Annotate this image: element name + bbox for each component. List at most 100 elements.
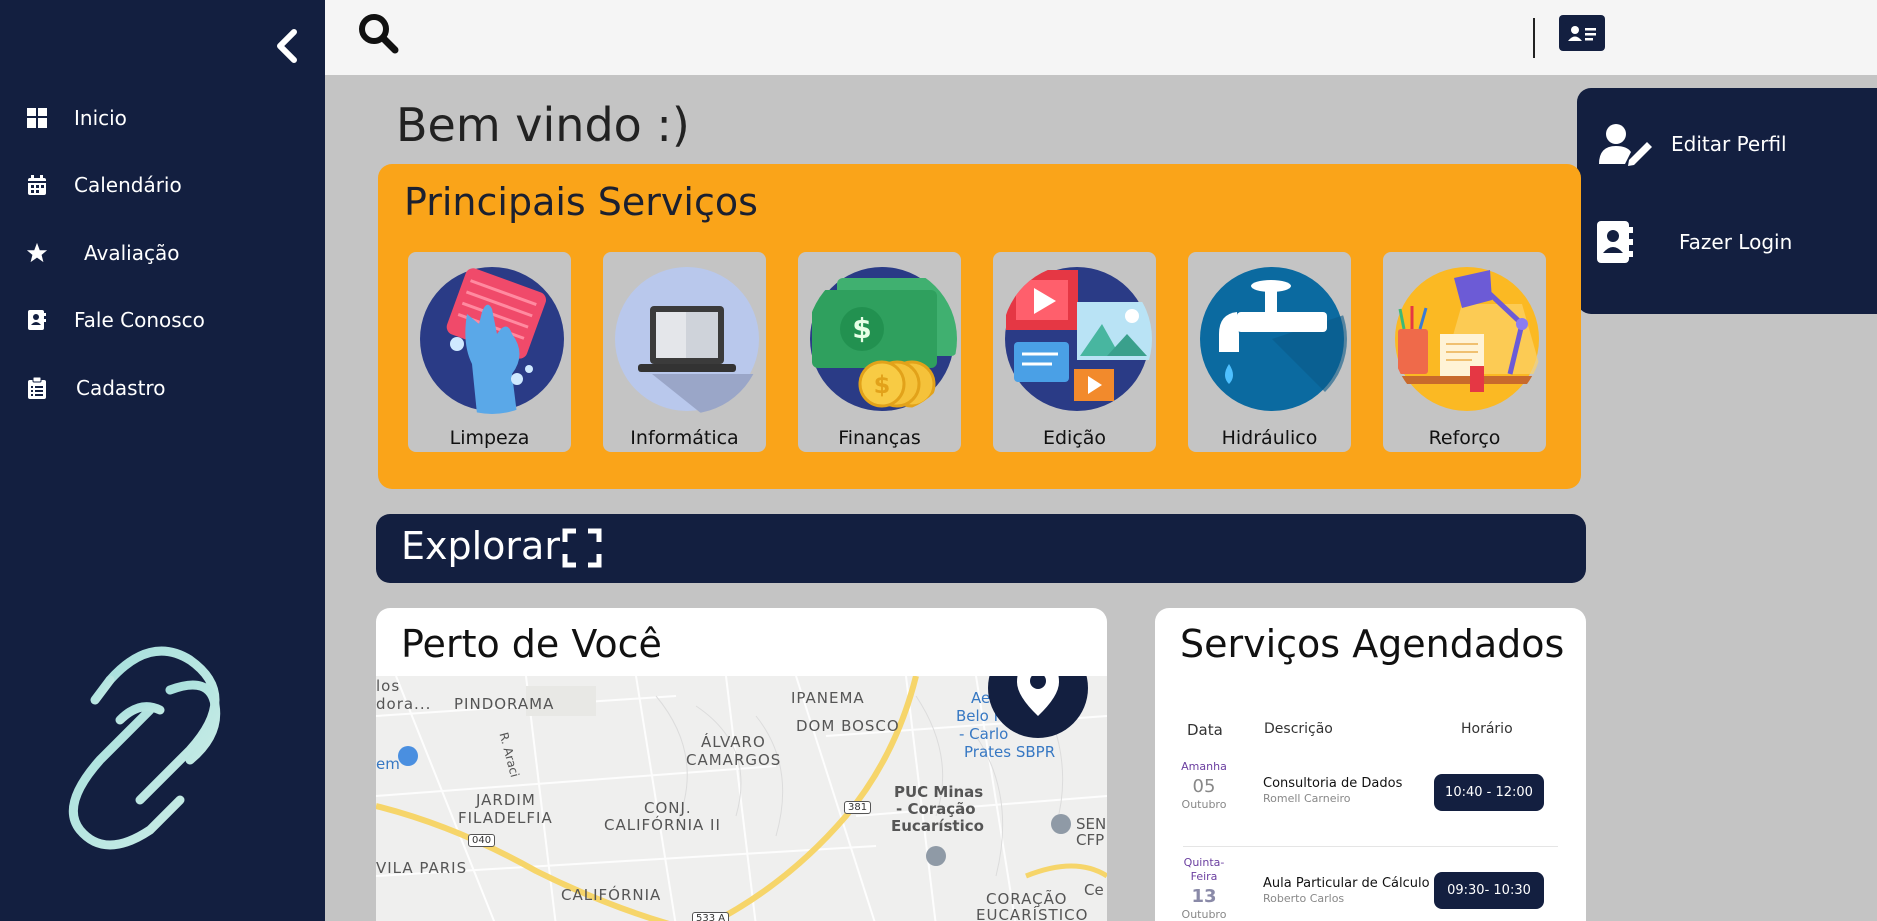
sidebar-item-fale-conosco[interactable]: Fale Conosco (0, 287, 325, 355)
map-label: ÁLVARO (701, 733, 766, 751)
clipboard-icon (26, 376, 48, 399)
service-label: Informática (630, 427, 739, 449)
appointment-month: Outubro (1181, 798, 1227, 811)
appointment-title: Aula Particular de Cálculo (1263, 876, 1430, 891)
explore-banner[interactable]: Explorar (376, 514, 1586, 583)
appointment-person: Romell Carneiro (1263, 792, 1351, 805)
app-logo (40, 640, 260, 870)
service-card-limpeza[interactable]: Limpeza (408, 252, 571, 452)
map-label: IPANEMA (791, 689, 865, 707)
sidebar-item-label: Calendário (74, 173, 182, 198)
road-shield: 533 A (692, 912, 730, 921)
road-shield: 040 (468, 834, 496, 847)
service-label: Limpeza (449, 427, 530, 449)
sidebar-item-inicio[interactable]: Inicio (0, 84, 325, 152)
service-label: Hidráulico (1221, 427, 1318, 449)
sidebar-item-cadastro[interactable]: Cadastro (0, 354, 325, 422)
map-label: EUCARÍSTICO (976, 906, 1089, 921)
money-icon: $ $ (807, 264, 957, 414)
calendar-icon (26, 174, 48, 196)
appointment-day: 05 (1192, 776, 1216, 797)
map-label: CONJ. (644, 799, 692, 817)
map-label: FILADELFIA (458, 809, 553, 827)
service-card-informatica[interactable]: Informática (603, 252, 766, 452)
service-label: Reforço (1428, 427, 1501, 449)
edit-profile-menu-item[interactable]: Editar Perfil (1597, 122, 1787, 166)
appointment-month: Outubro (1181, 908, 1227, 921)
desk-lamp-icon (1392, 264, 1542, 414)
map-label: DOM BOSCO (796, 717, 900, 735)
map-label: - Coração (896, 800, 976, 818)
sidebar-item-label: Inicio (74, 105, 127, 130)
map[interactable]: los dora... PINDORAMA em R. Araci IPANEM… (376, 676, 1107, 921)
map-label: CAMARGOS (686, 751, 782, 769)
map-label: Ce (1084, 881, 1104, 899)
column-header-date: Data (1187, 721, 1223, 739)
map-label: Eucarístico (891, 817, 984, 835)
faucet-icon (1197, 264, 1347, 414)
nearby-title: Perto de Você (401, 622, 662, 666)
svg-text:$: $ (874, 371, 891, 399)
svg-text:$: $ (852, 312, 871, 345)
map-label: CALIFÓRNIA II (604, 816, 721, 834)
profile-card-button[interactable] (1559, 15, 1605, 51)
service-label: Finanças (838, 427, 921, 449)
media-edit-icon (1002, 264, 1152, 414)
map-label: CFP (1076, 831, 1105, 849)
map-label: JARDIM (476, 791, 536, 809)
sidebar-item-avaliacao[interactable]: Avaliação (0, 219, 325, 287)
collapse-sidebar-icon[interactable] (272, 26, 302, 66)
service-card-financas[interactable]: $ $ Finanças (798, 252, 961, 452)
map-label: dora... (376, 695, 432, 713)
appointment-day-label: Quinta- (1183, 856, 1225, 869)
appointment-day-label: Feira (1190, 870, 1218, 883)
service-card-edicao[interactable]: Edição (993, 252, 1156, 452)
page-title: Bem vindo :) (396, 98, 690, 152)
login-menu-item[interactable]: Fazer Login (1597, 221, 1792, 263)
explore-label: Explorar (401, 524, 560, 568)
dashboard-icon (26, 107, 48, 129)
profile-dropdown: Editar Perfil Fazer Login (1577, 88, 1877, 314)
edit-profile-label: Editar Perfil (1671, 132, 1787, 156)
contact-book-icon (1597, 221, 1633, 263)
sidebar-item-label: Fale Conosco (74, 308, 205, 333)
scheduled-title: Serviços Agendados (1180, 622, 1565, 666)
top-bar (325, 0, 1877, 75)
sidebar-item-label: Cadastro (76, 375, 166, 400)
sidebar-item-label: Avaliação (84, 240, 180, 265)
service-card-hidraulico[interactable]: Hidráulico (1188, 252, 1351, 452)
login-label: Fazer Login (1679, 230, 1793, 254)
appointment-title: Consultoria de Dados (1263, 776, 1403, 791)
service-card-reforco[interactable]: Reforço (1383, 252, 1546, 452)
contact-book-icon (26, 309, 48, 331)
appointment-time-badge[interactable]: 10:40 - 12:00 (1434, 774, 1544, 811)
row-divider (1183, 846, 1558, 847)
cleaning-icon (417, 264, 567, 414)
search-icon[interactable] (357, 12, 401, 56)
services-list: Limpeza Informática $ $ Finanças Edição … (408, 252, 1546, 452)
expand-icon[interactable] (562, 528, 602, 568)
map-label: VILA PARIS (376, 859, 468, 877)
laptop-icon (612, 264, 762, 414)
appointment-row[interactable]: Amanha 05 Outubro Consultoria de Dados R… (1155, 758, 1586, 843)
map-label: Prates SBPR (964, 743, 1056, 761)
sidebar-item-calendario[interactable]: Calendário (0, 152, 325, 220)
sidebar-nav: Inicio Calendário Avaliação Fale Conosco… (0, 84, 325, 422)
appointment-person: Roberto Carlos (1263, 892, 1345, 905)
star-icon (26, 242, 48, 264)
map-label: PINDORAMA (454, 695, 555, 713)
divider (1533, 18, 1535, 58)
column-header-description: Descrição (1264, 721, 1333, 737)
map-label: los (376, 677, 401, 695)
id-card-icon (1565, 21, 1599, 45)
service-label: Edição (1042, 427, 1107, 449)
map-label: CALIFÓRNIA (561, 886, 662, 904)
appointment-time-badge[interactable]: 09:30- 10:30 (1434, 872, 1544, 909)
services-panel: Principais Serviços Limpeza Informática … (378, 164, 1581, 489)
appointment-row[interactable]: Quinta- Feira 13 Outubro Aula Particular… (1155, 856, 1586, 921)
appointment-day-label: Amanha (1181, 760, 1227, 773)
scheduled-services-panel: Serviços Agendados Data Descrição Horári… (1155, 608, 1586, 921)
nearby-panel: Perto de Você los dora... PINDORAMA em R… (376, 608, 1107, 921)
column-header-time: Horário (1461, 721, 1513, 737)
appointment-day: 13 (1191, 886, 1217, 907)
